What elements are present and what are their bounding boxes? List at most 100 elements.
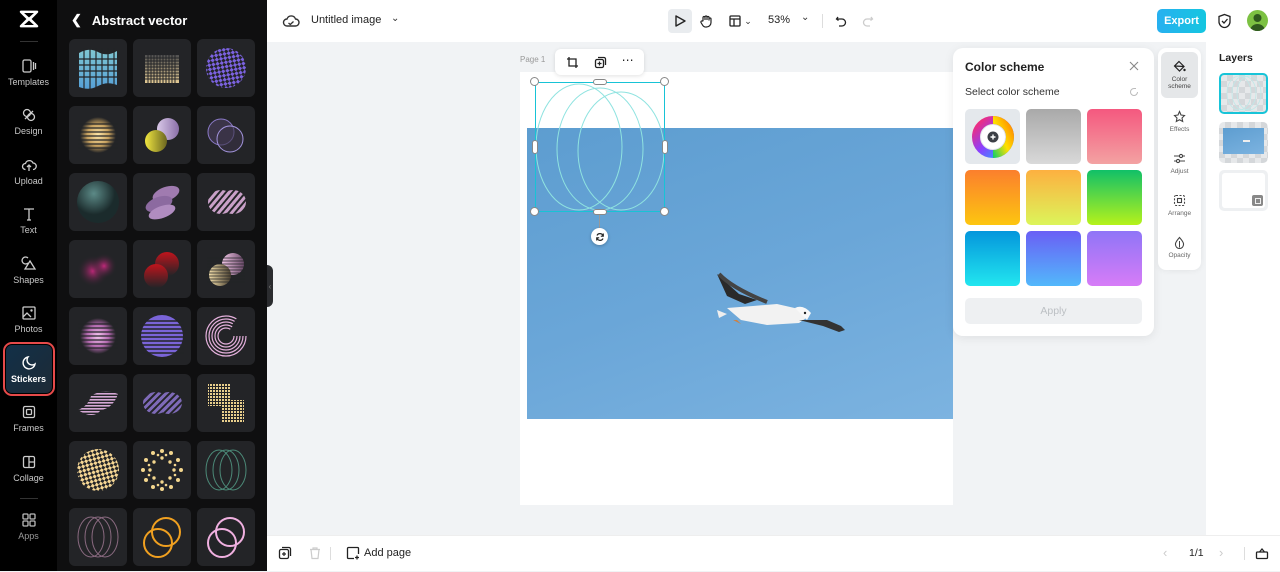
rail-item-label: Templates xyxy=(7,76,50,87)
tool-effects[interactable]: Effects xyxy=(1161,98,1198,144)
resize-handle-top-right[interactable] xyxy=(660,77,669,86)
sticker-tile[interactable] xyxy=(197,307,255,365)
rail-item-upload[interactable]: Upload xyxy=(6,147,52,195)
rail-item-collage[interactable]: Collage xyxy=(6,444,52,492)
swatch-orange[interactable] xyxy=(965,170,1020,225)
resize-handle-top-left[interactable] xyxy=(530,77,539,86)
sticker-tile[interactable] xyxy=(69,374,127,432)
sticker-tile[interactable] xyxy=(133,173,191,231)
sticker-tile[interactable] xyxy=(133,307,191,365)
layer-thumb-photo[interactable] xyxy=(1219,122,1268,163)
resize-handle-bottom-right[interactable] xyxy=(660,207,669,216)
sticker-tile[interactable] xyxy=(133,240,191,298)
zoom-chevron-down-icon[interactable]: ⌄ xyxy=(801,12,809,23)
select-tool-button[interactable] xyxy=(668,9,692,33)
document-title[interactable]: Untitled image xyxy=(311,14,381,26)
tool-opacity[interactable]: Opacity xyxy=(1161,224,1198,270)
chevron-left-icon[interactable]: ❮ xyxy=(71,12,82,28)
swatch-yellow[interactable] xyxy=(1026,170,1081,225)
user-avatar[interactable] xyxy=(1247,10,1268,31)
resize-handle-bottom[interactable] xyxy=(593,209,607,215)
sticker-tile[interactable] xyxy=(69,173,127,231)
swatch-gray[interactable] xyxy=(1026,109,1081,164)
shapes-icon xyxy=(20,255,36,270)
stickers-icon xyxy=(21,355,36,370)
rail-item-stickers[interactable]: Stickers xyxy=(2,342,55,396)
sticker-tile[interactable] xyxy=(69,39,127,97)
sticker-tile[interactable] xyxy=(133,508,191,566)
layout-icon xyxy=(729,15,741,27)
chevron-down-icon[interactable]: ⌄ xyxy=(391,13,399,24)
sticker-tile[interactable] xyxy=(133,441,191,499)
page-manager-icon[interactable] xyxy=(1255,546,1269,560)
undo-button[interactable] xyxy=(829,9,853,33)
tool-adjust[interactable]: Adjust xyxy=(1161,140,1198,186)
tool-arrange[interactable]: Arrange xyxy=(1161,182,1198,228)
sticker-tile[interactable] xyxy=(197,441,255,499)
upload-cloud-icon xyxy=(21,159,37,171)
swatch-violet[interactable] xyxy=(1087,231,1142,286)
crop-icon[interactable] xyxy=(566,56,579,69)
color-wheel-icon xyxy=(971,115,1014,158)
redo-button[interactable] xyxy=(856,9,880,33)
swatch-green[interactable] xyxy=(1087,170,1142,225)
apply-button[interactable]: Apply xyxy=(965,298,1142,324)
sticker-tile[interactable] xyxy=(69,106,127,164)
close-icon[interactable] xyxy=(1128,60,1140,72)
sticker-tile[interactable] xyxy=(69,240,127,298)
rotate-handle[interactable] xyxy=(591,228,608,245)
sticker-tile[interactable] xyxy=(197,508,255,566)
rail-item-shapes[interactable]: Shapes xyxy=(6,246,52,294)
resize-handle-left[interactable] xyxy=(532,140,538,154)
layer-thumb-sticker[interactable] xyxy=(1219,73,1268,114)
sticker-tile[interactable] xyxy=(69,441,127,499)
sticker-tile[interactable] xyxy=(197,240,255,298)
more-options-icon[interactable]: ⋯ xyxy=(622,54,634,66)
resize-handle-bottom-left[interactable] xyxy=(530,207,539,216)
hand-tool-button[interactable] xyxy=(694,9,718,33)
swatch-pink[interactable] xyxy=(1087,109,1142,164)
duplicate-icon[interactable] xyxy=(594,56,607,69)
layers-panel: Layers xyxy=(1206,42,1280,535)
capcut-logo-icon[interactable] xyxy=(17,10,41,30)
tool-color-scheme[interactable]: Color scheme xyxy=(1161,52,1198,98)
zoom-level[interactable]: 53% xyxy=(768,14,790,26)
shield-check-icon[interactable] xyxy=(1217,13,1232,29)
swatch-cyan[interactable] xyxy=(965,231,1020,286)
sticker-tile[interactable] xyxy=(197,39,255,97)
arrange-icon xyxy=(1173,194,1186,206)
sticker-tile[interactable] xyxy=(133,374,191,432)
duplicate-page-icon[interactable] xyxy=(278,546,292,560)
sticker-tile[interactable] xyxy=(197,173,255,231)
sticker-tile[interactable] xyxy=(197,374,255,432)
export-button[interactable]: Export xyxy=(1157,9,1206,33)
layer-thumb-background[interactable] xyxy=(1219,170,1268,211)
opacity-drop-icon xyxy=(1174,236,1185,249)
swatch-custom[interactable] xyxy=(965,109,1020,164)
sticker-tile[interactable] xyxy=(133,39,191,97)
rail-item-apps[interactable]: Apps xyxy=(6,503,52,551)
rail-item-text[interactable]: Text xyxy=(6,197,52,245)
next-page-icon[interactable]: › xyxy=(1219,545,1223,560)
layout-dropdown[interactable]: ⌄ xyxy=(725,9,755,33)
rail-item-templates[interactable]: Templates xyxy=(6,48,52,96)
add-page-button[interactable]: Add page xyxy=(346,536,416,572)
sticker-tile[interactable] xyxy=(197,106,255,164)
rotate-connector xyxy=(599,215,600,228)
rotate-icon xyxy=(595,232,604,241)
resize-handle-top[interactable] xyxy=(593,79,607,85)
rail-divider xyxy=(19,41,38,42)
rail-item-frames[interactable]: Frames xyxy=(6,395,52,443)
prev-page-icon[interactable]: ‹ xyxy=(1163,545,1167,560)
frames-icon xyxy=(22,405,35,419)
resize-handle-right[interactable] xyxy=(662,140,668,154)
color-scheme-subtitle: Select color scheme xyxy=(965,86,1060,98)
sticker-tile[interactable] xyxy=(133,106,191,164)
reset-icon[interactable] xyxy=(1129,87,1139,97)
sticker-tile[interactable] xyxy=(69,508,127,566)
rail-item-photos[interactable]: Photos xyxy=(6,296,52,344)
delete-page-icon[interactable] xyxy=(308,546,322,560)
sticker-tile[interactable] xyxy=(69,307,127,365)
rail-item-design[interactable]: Design xyxy=(6,98,52,146)
swatch-blue[interactable] xyxy=(1026,231,1081,286)
